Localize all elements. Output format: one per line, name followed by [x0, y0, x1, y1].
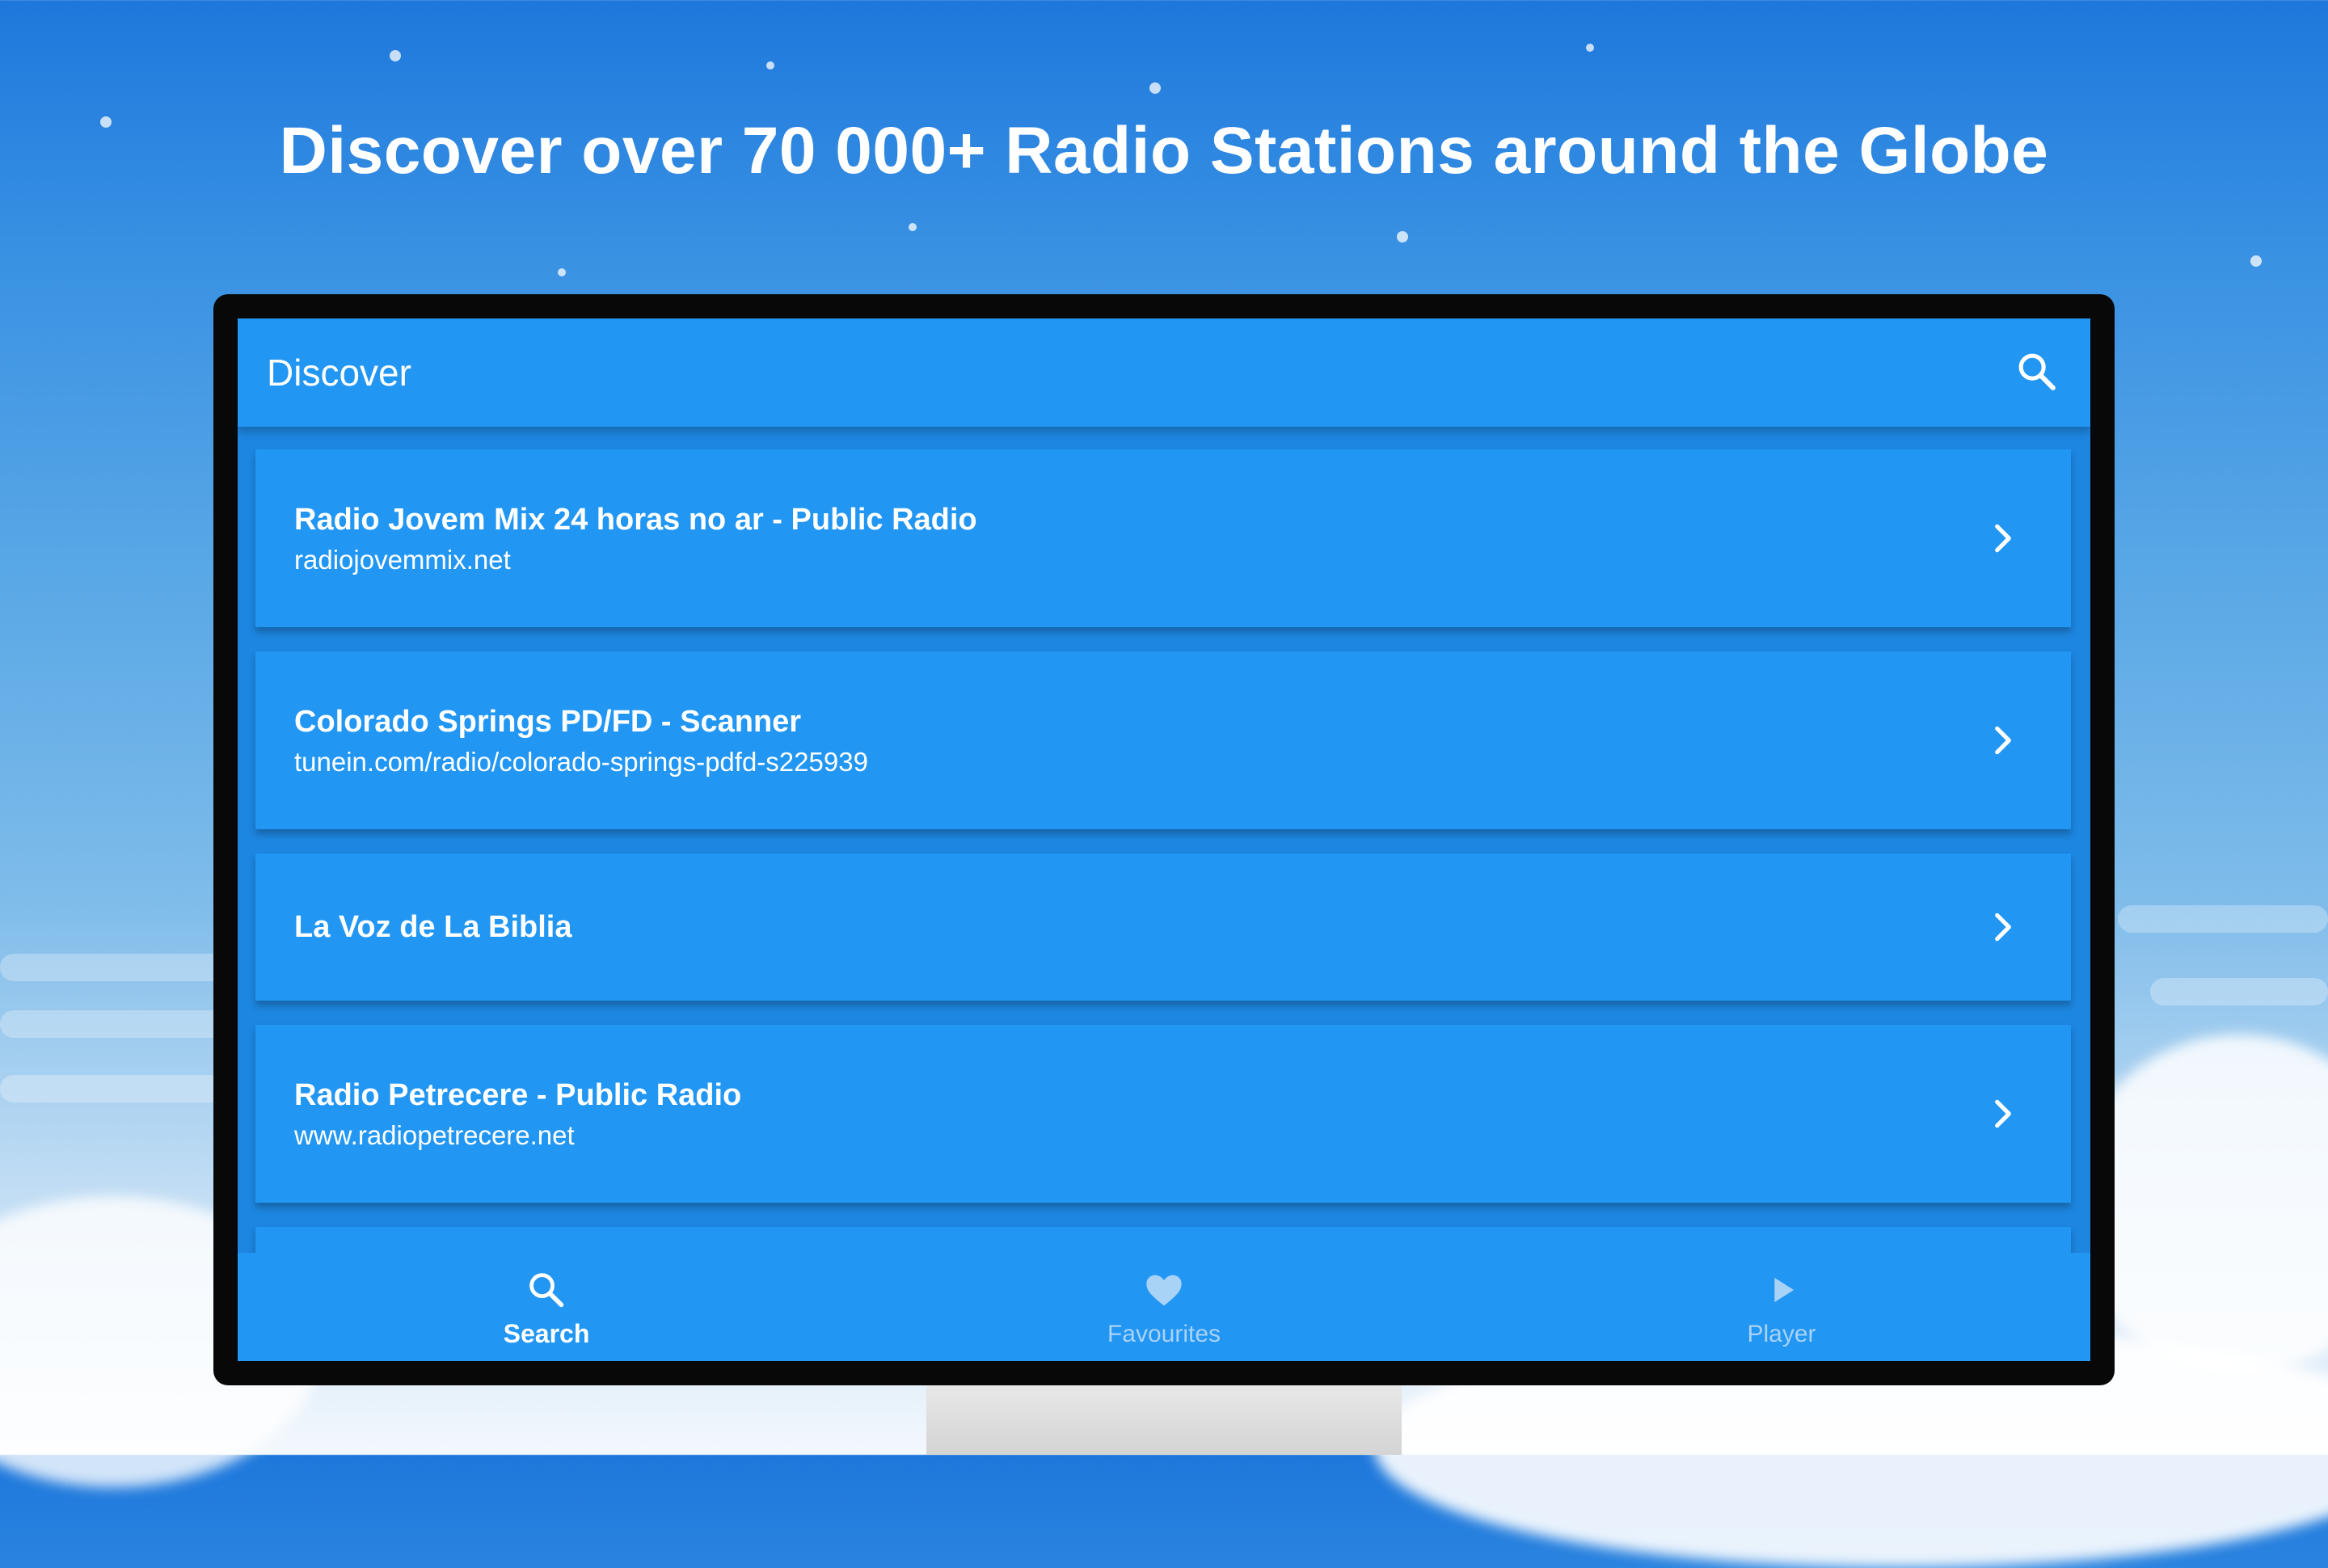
station-title: Radio Jovem Mix 24 horas no ar - Public … — [294, 503, 977, 537]
heart-icon — [1143, 1269, 1185, 1311]
tab-label: Player — [1747, 1321, 1816, 1347]
app-screen: Discover Radio Jovem Mix 24 horas no ar … — [238, 318, 2090, 1361]
monitor-bezel: Discover Radio Jovem Mix 24 horas no ar … — [213, 294, 2115, 1385]
play-icon — [1761, 1269, 1803, 1311]
tab-label: Search — [503, 1319, 590, 1348]
monitor-stand — [926, 1384, 1402, 1455]
station-list[interactable]: Radio Jovem Mix 24 horas no ar - Public … — [238, 427, 2090, 1253]
station-card-partial[interactable] — [255, 1227, 2071, 1253]
station-title: La Voz de La Biblia — [294, 910, 572, 944]
page-title: Discover — [267, 352, 411, 394]
station-card[interactable]: Radio Petrecere - Public Radio www.radio… — [255, 1025, 2071, 1203]
chevron-right-icon — [1985, 909, 2021, 945]
chevron-right-icon — [1985, 1096, 2021, 1132]
tab-search[interactable]: Search — [238, 1253, 855, 1361]
station-card[interactable]: La Voz de La Biblia — [255, 854, 2071, 1001]
tab-label: Favourites — [1107, 1321, 1221, 1347]
bottom-navigation: Search Favourites Player — [238, 1253, 2090, 1361]
station-url: www.radiopetrecere.net — [294, 1120, 575, 1150]
search-icon[interactable] — [2014, 349, 2060, 394]
chevron-right-icon — [1985, 521, 2021, 556]
search-icon — [525, 1269, 567, 1311]
station-card[interactable]: Colorado Springs PD/FD - Scanner tunein.… — [255, 651, 2071, 829]
station-title: Colorado Springs PD/FD - Scanner — [294, 705, 802, 739]
tab-favourites[interactable]: Favourites — [855, 1253, 1473, 1361]
app-bar: Discover — [238, 318, 2090, 427]
station-url: tunein.com/radio/colorado-springs-pdfd-s… — [294, 747, 868, 777]
tab-player[interactable]: Player — [1473, 1253, 2090, 1361]
chevron-right-icon — [1985, 723, 2021, 758]
station-title: Radio Petrecere - Public Radio — [294, 1078, 742, 1112]
station-card[interactable]: Radio Jovem Mix 24 horas no ar - Public … — [255, 449, 2071, 627]
station-url: radiojovemmix.net — [294, 545, 511, 575]
promo-headline: Discover over 70 000+ Radio Stations aro… — [279, 114, 2049, 188]
